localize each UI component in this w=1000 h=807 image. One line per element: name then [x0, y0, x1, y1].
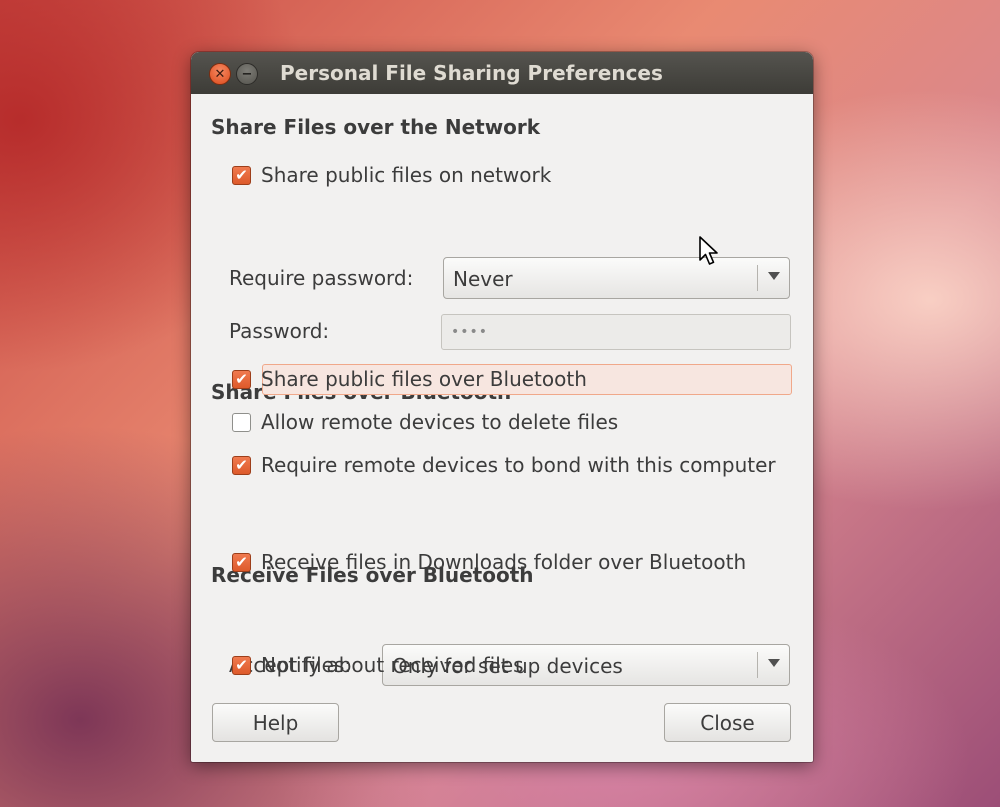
share-public-network-row[interactable]: ✔ Share public files on network — [232, 161, 551, 189]
minimize-icon: − — [241, 66, 253, 82]
notify-label: Notify about received files — [261, 653, 524, 677]
share-public-bluetooth-label: Share public files over Bluetooth — [261, 367, 587, 391]
require-password-value: Never — [453, 267, 513, 291]
mouse-pointer-icon — [699, 236, 718, 265]
dialog-content: Share Files over the Network ✔ Share pub… — [191, 94, 813, 762]
combo-separator — [757, 265, 758, 291]
help-button[interactable]: Help — [212, 703, 339, 742]
share-public-bluetooth-checkbox[interactable]: ✔ — [232, 369, 251, 389]
window-title: Personal File Sharing Preferences — [280, 61, 663, 85]
receive-downloads-row[interactable]: ✔ Receive files in Downloads folder over… — [232, 548, 746, 576]
require-bond-label: Require remote devices to bond with this… — [261, 453, 776, 477]
close-icon: ✕ — [214, 66, 226, 82]
require-bond-row[interactable]: ✔ Require remote devices to bond with th… — [232, 451, 776, 479]
allow-delete-label: Allow remote devices to delete files — [261, 410, 619, 434]
title-bar[interactable]: ✕ − Personal File Sharing Preferences — [191, 52, 813, 94]
chevron-down-icon — [768, 659, 780, 667]
close-window-button[interactable]: ✕ — [209, 63, 231, 85]
share-public-network-label: Share public files on network — [261, 163, 552, 187]
allow-delete-row[interactable]: Allow remote devices to delete files — [232, 408, 618, 436]
require-password-label: Require password: — [229, 266, 414, 290]
receive-downloads-checkbox[interactable]: ✔ — [232, 552, 251, 572]
notify-checkbox[interactable]: ✔ — [232, 655, 251, 675]
minimize-window-button[interactable]: − — [236, 63, 258, 85]
require-bond-checkbox[interactable]: ✔ — [232, 455, 251, 475]
share-public-network-checkbox[interactable]: ✔ — [232, 165, 251, 185]
require-password-combo[interactable]: Never — [443, 257, 790, 299]
preferences-window: ✕ − Personal File Sharing Preferences Sh… — [191, 52, 813, 762]
chevron-down-icon — [768, 272, 780, 280]
close-button[interactable]: Close — [664, 703, 791, 742]
password-field[interactable] — [441, 314, 791, 350]
allow-delete-checkbox[interactable] — [232, 412, 251, 432]
receive-downloads-label: Receive files in Downloads folder over B… — [261, 550, 747, 574]
section-title-network: Share Files over the Network — [211, 115, 541, 139]
combo-separator — [757, 652, 758, 678]
share-public-bluetooth-row[interactable]: ✔ Share public files over Bluetooth — [232, 365, 587, 393]
notify-row[interactable]: ✔ Notify about received files — [232, 651, 524, 679]
password-label: Password: — [229, 319, 330, 343]
